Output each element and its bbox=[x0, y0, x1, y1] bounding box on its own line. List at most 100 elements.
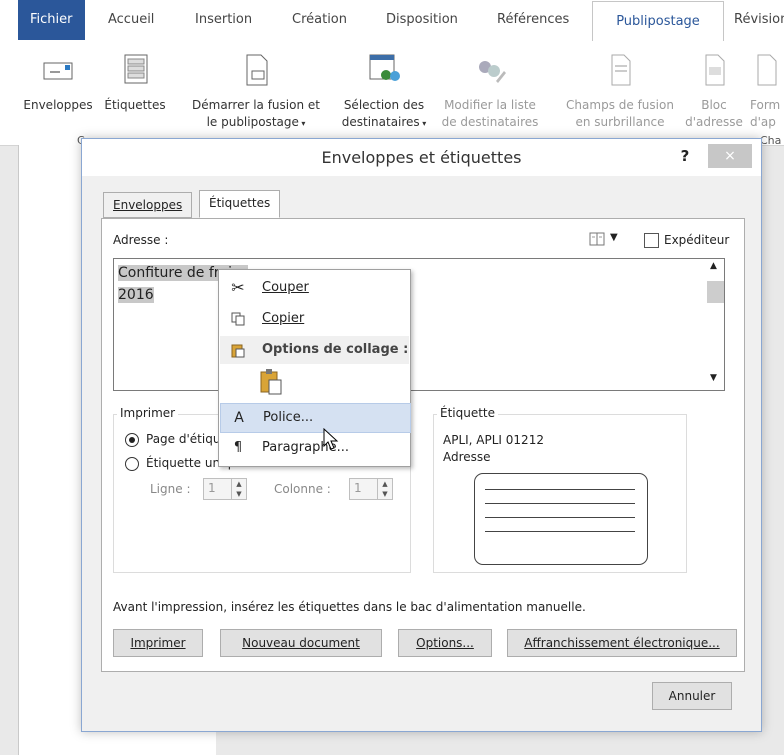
start-merge-label-1: Démarrer la fusion et bbox=[192, 98, 320, 112]
column-stepper[interactable]: 1 ▲ ▼ bbox=[349, 478, 393, 500]
select-recipients-label-2: destinataires bbox=[341, 115, 420, 129]
label-type: Adresse bbox=[443, 450, 491, 464]
menu-cut-label: Couper bbox=[262, 280, 309, 295]
context-menu: ✂ Couper Copier Options de collage : A P… bbox=[218, 269, 411, 467]
edit-list-label-1: Modifier la liste bbox=[444, 98, 536, 112]
greeting-label-1: Form bbox=[750, 98, 781, 112]
row-label: Ligne : bbox=[150, 482, 191, 496]
scissors-icon: ✂ bbox=[231, 278, 245, 297]
edit-list-label-2: de destinataires bbox=[441, 115, 539, 129]
edit-recipient-list-button[interactable]: Modifier la liste de destinataires bbox=[434, 53, 546, 131]
menu-item-copy[interactable]: Copier bbox=[220, 305, 409, 333]
close-button[interactable]: × bbox=[708, 144, 752, 168]
options-button[interactable]: Options... bbox=[398, 629, 492, 657]
greeting-line-button[interactable]: Form d'ap bbox=[750, 53, 784, 131]
feed-note: Avant l'impression, insérez les étiquett… bbox=[113, 600, 586, 614]
stepper-arrows-icon[interactable]: ▲ ▼ bbox=[377, 479, 392, 499]
new-document-button[interactable]: Nouveau document bbox=[220, 629, 382, 657]
preview-line bbox=[485, 503, 635, 504]
tab-layout[interactable]: Disposition bbox=[386, 0, 458, 40]
edit-list-icon bbox=[479, 61, 506, 83]
epostage-button[interactable]: Affranchissement électronique... bbox=[507, 629, 737, 657]
cancel-button[interactable]: Annuler bbox=[652, 682, 732, 710]
mouse-cursor-icon bbox=[323, 428, 339, 450]
label-vendor: APLI, APLI 01212 bbox=[443, 433, 544, 447]
labels-icon bbox=[124, 54, 148, 84]
document-icon bbox=[246, 54, 268, 86]
start-mail-merge-button[interactable]: Démarrer la fusion et le publipostage ▾ bbox=[182, 53, 330, 132]
single-label-radio[interactable] bbox=[125, 457, 139, 471]
chevron-down-icon[interactable]: ▼ bbox=[610, 232, 618, 243]
tab-references[interactable]: Références bbox=[497, 0, 569, 40]
menu-item-paragraph[interactable]: ¶ Paragraphe... bbox=[220, 434, 409, 462]
print-button-label: Imprimer bbox=[130, 636, 186, 650]
tab-labels-label: Étiquettes bbox=[209, 196, 271, 210]
full-page-radio[interactable] bbox=[125, 433, 139, 447]
merge-fields-icon bbox=[611, 54, 631, 86]
menu-paste-options-label: Options de collage : bbox=[262, 342, 409, 357]
tab-mailings[interactable]: Publipostage bbox=[592, 1, 724, 44]
menu-item-cut[interactable]: ✂ Couper bbox=[220, 274, 409, 302]
sender-checkbox[interactable] bbox=[644, 233, 659, 248]
envelope-icon bbox=[43, 62, 73, 80]
tab-home[interactable]: Accueil bbox=[108, 0, 154, 40]
font-icon: A bbox=[234, 410, 244, 426]
chevron-down-icon: ▾ bbox=[419, 119, 427, 128]
print-button[interactable]: Imprimer bbox=[113, 629, 203, 657]
stepper-arrows-icon[interactable]: ▲ ▼ bbox=[231, 479, 246, 499]
paste-keep-text-icon[interactable] bbox=[259, 368, 285, 400]
scroll-down-icon[interactable]: ▼ bbox=[710, 373, 717, 383]
address-block-button[interactable]: Bloc d'adresse bbox=[684, 53, 744, 131]
tab-review[interactable]: Révision bbox=[734, 0, 784, 40]
group-label-write: Cha bbox=[760, 134, 782, 147]
menu-copy-label: Copier bbox=[262, 311, 305, 326]
envelopes-label: Enveloppes bbox=[23, 98, 93, 112]
select-recipients-button[interactable]: Sélection des destinataires ▾ bbox=[334, 53, 434, 132]
preview-line bbox=[485, 489, 635, 490]
scroll-up-icon[interactable]: ▲ bbox=[710, 261, 717, 271]
highlight-merge-fields-button[interactable]: Champs de fusion en surbrillance bbox=[556, 53, 684, 131]
epostage-label: Affranchissement électronique... bbox=[524, 636, 720, 650]
greeting-line-icon bbox=[757, 54, 777, 86]
address-block-label-2: d'adresse bbox=[685, 115, 743, 129]
scroll-thumb[interactable] bbox=[707, 281, 724, 303]
tab-labels[interactable]: Étiquettes bbox=[199, 190, 281, 218]
labels-panel: Adresse : ▼ Expéditeur Confiture de frai… bbox=[101, 218, 745, 672]
tab-envelopes[interactable]: Enveloppes bbox=[103, 192, 193, 218]
preview-line bbox=[485, 531, 635, 532]
highlight-fields-label-2: en surbrillance bbox=[575, 115, 665, 129]
address-textarea[interactable]: Confiture de fraise 2016 ▲ ▼ bbox=[113, 258, 725, 391]
menu-item-font[interactable]: A Police... bbox=[220, 403, 411, 433]
tab-insert[interactable]: Insertion bbox=[195, 0, 252, 40]
address-block-icon bbox=[705, 54, 725, 86]
dialog-title: Enveloppes et étiquettes bbox=[321, 148, 522, 167]
paste-icon bbox=[229, 336, 247, 364]
tab-envelopes-label: Enveloppes bbox=[113, 198, 183, 212]
scrollbar[interactable]: ▲ ▼ bbox=[707, 259, 724, 390]
greeting-label-2: d'ap bbox=[750, 115, 776, 129]
envelopes-button[interactable]: Enveloppes bbox=[18, 53, 98, 114]
address-book-icon[interactable] bbox=[589, 232, 607, 249]
envelopes-labels-dialog: Enveloppes et étiquettes ? × Enveloppes … bbox=[81, 138, 762, 732]
labels-button[interactable]: Étiquettes bbox=[102, 53, 168, 114]
address-label: Adresse : bbox=[113, 233, 169, 247]
sender-label: Expéditeur bbox=[664, 233, 730, 247]
menu-font-label: Police... bbox=[263, 410, 314, 425]
chevron-down-icon: ▾ bbox=[298, 119, 306, 128]
address-line: 2016 bbox=[118, 287, 154, 303]
row-stepper[interactable]: 1 ▲ ▼ bbox=[203, 478, 247, 500]
help-button[interactable]: ? bbox=[674, 145, 696, 167]
highlight-fields-label-1: Champs de fusion bbox=[566, 98, 674, 112]
tab-file[interactable]: Fichier bbox=[18, 0, 85, 40]
column-value: 1 bbox=[354, 481, 362, 495]
paragraph-icon: ¶ bbox=[233, 440, 243, 455]
copy-icon bbox=[229, 305, 247, 333]
start-merge-label-2: le publipostage bbox=[206, 115, 299, 129]
column-label: Colonne : bbox=[274, 482, 331, 496]
tab-design[interactable]: Création bbox=[292, 0, 347, 40]
row-value: 1 bbox=[208, 481, 216, 495]
label-preview[interactable] bbox=[474, 473, 648, 565]
select-recipients-label-1: Sélection des bbox=[343, 98, 425, 112]
label-group-legend: Étiquette bbox=[437, 406, 499, 420]
address-block-label-1: Bloc bbox=[701, 98, 727, 112]
